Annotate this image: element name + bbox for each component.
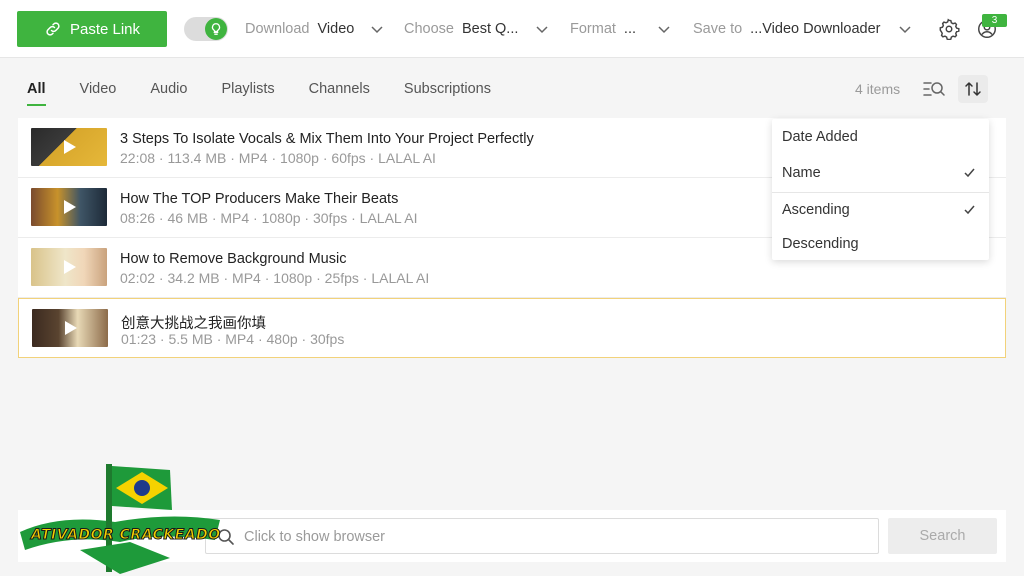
category-tabs: All Video Audio Playlists Channels Subsc…: [27, 78, 525, 108]
tab-playlists[interactable]: Playlists: [221, 78, 274, 106]
item-title: 3 Steps To Isolate Vocals & Mix Them Int…: [120, 131, 534, 147]
sort-icon: [965, 82, 981, 96]
divider: [772, 192, 989, 193]
item-meta: 01:23 · 5.5 MB · MP4 · 480p · 30fps: [121, 331, 345, 347]
tab-subscriptions[interactable]: Subscriptions: [404, 78, 491, 106]
tab-video[interactable]: Video: [80, 78, 117, 106]
lightbulb-icon: [211, 23, 221, 35]
video-thumbnail: [32, 309, 108, 347]
play-icon: [64, 260, 76, 274]
sort-option-descending[interactable]: Descending: [772, 228, 989, 260]
video-thumbnail: [31, 248, 107, 286]
video-thumbnail: [31, 188, 107, 226]
choose-value: Best Q...: [461, 21, 519, 37]
tab-channels[interactable]: Channels: [309, 78, 370, 106]
item-meta: 08:26 · 46 MB · MP4 · 1080p · 30fps · LA…: [120, 210, 418, 226]
download-label: Download: [245, 21, 310, 37]
video-thumbnail: [31, 128, 107, 166]
save-location-select[interactable]: Save to ...Video Downloader: [693, 17, 915, 41]
search-list-icon[interactable]: [922, 79, 946, 99]
sort-option-label: Descending: [782, 236, 859, 252]
item-title: 创意大挑战之我画你填: [121, 316, 266, 332]
list-item-selected[interactable]: 创意大挑战之我画你填 01:23 · 5.5 MB · MP4 · 480p ·…: [18, 298, 1006, 358]
chevron-down-icon: [371, 26, 383, 34]
search-input[interactable]: [244, 526, 864, 548]
toggle-knob: [205, 18, 227, 40]
checkmark-icon: [964, 205, 975, 215]
download-type-select[interactable]: Download Video: [245, 17, 385, 41]
format-select[interactable]: Format ...: [570, 17, 672, 41]
sort-button[interactable]: [958, 75, 988, 103]
play-icon: [64, 140, 76, 154]
quality-select[interactable]: Choose Best Q...: [404, 17, 550, 41]
chevron-down-icon: [536, 26, 548, 34]
sort-option-label: Date Added: [782, 129, 858, 145]
play-icon: [64, 200, 76, 214]
save-to-value: ...Video Downloader: [750, 21, 881, 37]
notification-badge: 3: [982, 14, 1007, 27]
item-meta: 22:08 · 113.4 MB · MP4 · 1080p · 60fps ·…: [120, 150, 436, 166]
gear-icon[interactable]: [938, 18, 960, 40]
format-value: ...: [623, 21, 637, 37]
item-meta: 02:02 · 34.2 MB · MP4 · 1080p · 25fps · …: [120, 270, 430, 286]
search-button[interactable]: Search: [888, 518, 997, 554]
choose-label: Choose: [404, 21, 454, 37]
paste-link-button[interactable]: Paste Link: [17, 11, 167, 47]
sort-option-name[interactable]: Name: [772, 157, 989, 189]
top-toolbar: Paste Link Download Video Choose Best Q.…: [0, 0, 1024, 58]
sort-option-date-added[interactable]: Date Added: [772, 121, 989, 153]
chevron-down-icon: [658, 26, 670, 34]
paste-link-label: Paste Link: [69, 20, 141, 38]
sort-option-label: Ascending: [782, 202, 850, 218]
link-icon: [46, 22, 60, 36]
item-title: How The TOP Producers Make Their Beats: [120, 191, 399, 207]
play-icon: [65, 321, 77, 335]
download-value: Video: [317, 21, 355, 37]
format-label: Format: [570, 21, 616, 37]
watermark-text: ATIVADOR CRACKEADO: [31, 527, 221, 544]
chevron-down-icon: [899, 26, 911, 34]
tab-audio[interactable]: Audio: [150, 78, 187, 106]
sort-option-ascending[interactable]: Ascending: [772, 194, 989, 226]
checkmark-icon: [964, 168, 975, 178]
browser-search-box[interactable]: [205, 518, 879, 554]
sort-dropdown: Date Added Name Ascending Descending: [772, 119, 989, 260]
sort-option-label: Name: [782, 165, 821, 181]
smart-mode-toggle[interactable]: [184, 17, 228, 41]
tab-all[interactable]: All: [27, 78, 46, 106]
save-to-label: Save to: [693, 21, 743, 37]
item-title: How to Remove Background Music: [120, 251, 347, 267]
watermark-logo: [20, 464, 220, 574]
item-count: 4 items: [855, 81, 901, 97]
